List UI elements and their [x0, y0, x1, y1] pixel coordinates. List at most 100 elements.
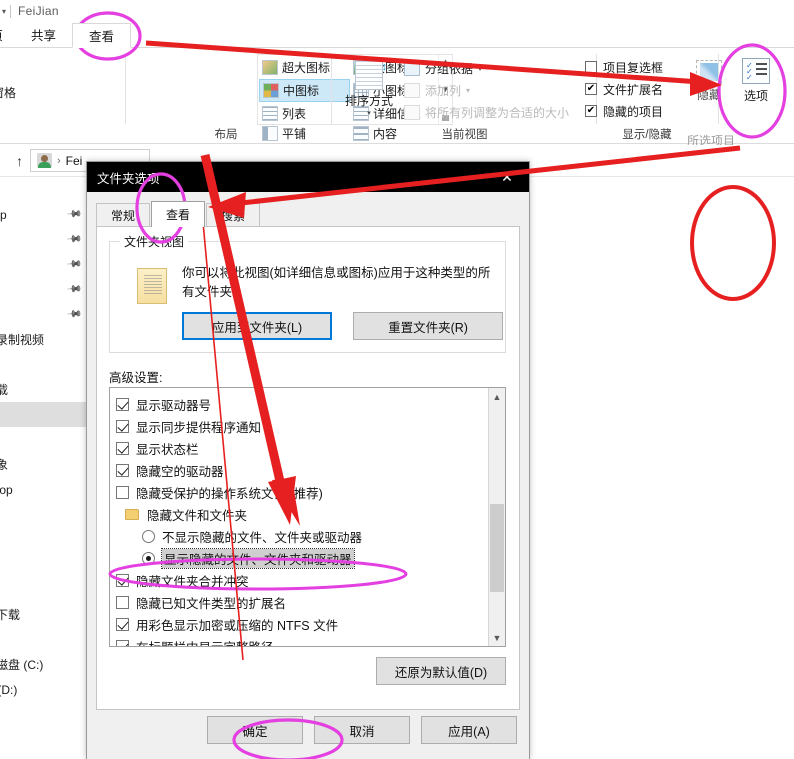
- sidebar-item[interactable]: 地磁盘 (C:): [0, 652, 86, 677]
- sort-by-caret-icon[interactable]: ▾: [340, 109, 398, 117]
- setting-checkbox[interactable]: [116, 639, 129, 646]
- setting-checkbox[interactable]: [116, 485, 129, 499]
- sort-by-button[interactable]: ↕ 排序方式 ▾: [340, 60, 398, 117]
- sidebar-item[interactable]: 脑: [0, 427, 86, 452]
- sidebar-item[interactable]: 载: [0, 577, 86, 602]
- sidebar-item[interactable]: 对象: [0, 452, 86, 477]
- cancel-button[interactable]: 取消: [314, 716, 410, 744]
- options-button[interactable]: ✓ ✓ ✓ 选项: [729, 58, 783, 104]
- sidebar-item[interactable]: 📌: [0, 277, 86, 302]
- sidebar-item[interactable]: S:): [0, 352, 86, 377]
- ok-button[interactable]: 确定: [207, 716, 303, 744]
- sidebar-item[interactable]: 📌: [0, 252, 86, 277]
- setting-checkbox[interactable]: [116, 595, 129, 609]
- sidebar-item[interactable]: 片: [0, 527, 86, 552]
- scrollbar-thumb[interactable]: [490, 504, 504, 592]
- sidebar-item[interactable]: sktop: [0, 477, 86, 502]
- pin-icon[interactable]: 📌: [65, 281, 82, 298]
- chevron-right-icon[interactable]: ›: [57, 155, 61, 167]
- advanced-setting-row[interactable]: 显示驱动器号: [116, 393, 488, 415]
- advanced-setting-row[interactable]: 用彩色显示加密或压缩的 NTFS 文件: [116, 613, 488, 635]
- tab-home[interactable]: 主页: [0, 22, 15, 47]
- current-view-items: 分组依据 ▾ 添加列 ▾ 将所有列调整为合适的大小: [404, 57, 594, 123]
- sidebar-item[interactable]: 当: [0, 552, 86, 577]
- advanced-setting-row[interactable]: 隐藏文件夹合并冲突: [116, 569, 488, 591]
- ribbon-item-navigation-pane[interactable]: 窗格: [0, 104, 60, 128]
- file-extensions-checkbox[interactable]: ✔: [585, 83, 597, 95]
- sidebar-item[interactable]: 乐: [0, 627, 86, 652]
- ribbon-item-add-columns[interactable]: 添加列 ▾: [404, 79, 594, 101]
- add-columns-caret-icon[interactable]: ▾: [466, 86, 470, 95]
- apply-button[interactable]: 应用(A): [421, 716, 517, 744]
- advanced-setting-row[interactable]: 隐藏已知文件类型的扩展名: [116, 591, 488, 613]
- quick-access-caret-icon[interactable]: ▾: [2, 7, 6, 16]
- dialog-tab-general[interactable]: 常规: [96, 203, 150, 227]
- tab-view[interactable]: 查看: [72, 23, 132, 48]
- title-bar: ▾ FeiJian: [0, 0, 794, 22]
- ribbon-item-preview-pane[interactable]: 预览窗格: [0, 56, 60, 80]
- sidebar-item[interactable]: ktop 📌: [0, 202, 86, 227]
- ribbon-checkbox-hidden-items[interactable]: ✔ 隐藏的项目: [585, 100, 697, 122]
- setting-label: 显示同步提供程序通知: [136, 420, 262, 435]
- setting-label: 隐藏受保护的操作系统文件 (推荐): [136, 486, 323, 501]
- sidebar-item[interactable]: 📌: [0, 227, 86, 252]
- sidebar-item[interactable]: ta (D:): [0, 677, 86, 702]
- sidebar-item[interactable]: 雷下载: [0, 602, 86, 627]
- close-icon[interactable]: ✕: [485, 162, 529, 192]
- setting-checkbox[interactable]: [116, 573, 129, 587]
- setting-radio[interactable]: [142, 529, 155, 543]
- scroll-up-icon[interactable]: ▲: [489, 388, 505, 405]
- sidebar-item[interactable]: xy📌: [0, 302, 86, 327]
- ribbon-item-size-all-columns[interactable]: 将所有列调整为合适的大小: [404, 101, 594, 123]
- hidden-items-checkbox[interactable]: ✔: [585, 105, 597, 117]
- pin-icon[interactable]: 📌: [65, 306, 82, 323]
- ribbon-tab-strip: 主页 共享 查看: [0, 22, 794, 48]
- screen-root: ▾ FeiJian 主页 共享 查看 预览窗格 详细信息窗格: [0, 0, 794, 759]
- dialog-title-bar: 文件夹选项 ✕: [87, 162, 529, 192]
- advanced-setting-row[interactable]: 隐藏空的驱动器: [116, 459, 488, 481]
- folder-options-dialog[interactable]: 文件夹选项 ✕ 常规 查看 搜索 文件夹视图 你可以将此视图(如详细信息或图标)…: [86, 161, 530, 759]
- setting-checkbox[interactable]: [116, 441, 129, 455]
- scroll-down-icon[interactable]: ▼: [489, 629, 505, 646]
- advanced-setting-row[interactable]: 显示同步提供程序通知: [116, 415, 488, 437]
- advanced-setting-row[interactable]: 隐藏文件和文件夹: [116, 503, 488, 525]
- advanced-setting-row[interactable]: 在标题栏中显示完整路径: [116, 635, 488, 646]
- tab-share[interactable]: 共享: [15, 22, 72, 47]
- sidebar-item[interactable]: 问: [0, 177, 86, 202]
- sidebar-item[interactable]: 【录制视频: [0, 327, 86, 352]
- setting-checkbox[interactable]: [116, 463, 129, 477]
- reset-folders-button[interactable]: 重置文件夹(R): [353, 312, 503, 340]
- setting-checkbox[interactable]: [116, 617, 129, 631]
- pin-icon[interactable]: 📌: [65, 256, 82, 273]
- pin-icon[interactable]: 📌: [65, 206, 82, 223]
- setting-label: 隐藏文件和文件夹: [147, 508, 248, 523]
- quick-access-toolbar[interactable]: ▾: [2, 7, 6, 16]
- ribbon-checkbox-item-checkboxes[interactable]: 项目复选框: [585, 56, 697, 78]
- restore-defaults-button[interactable]: 还原为默认值(D): [376, 657, 506, 685]
- setting-checkbox[interactable]: [116, 419, 129, 433]
- ribbon-checkbox-file-extensions[interactable]: ✔ 文件扩展名: [585, 78, 697, 100]
- setting-checkbox[interactable]: [116, 397, 129, 411]
- sidebar-item[interactable]: 下载: [0, 377, 86, 402]
- item-checkboxes-checkbox[interactable]: [585, 61, 597, 73]
- advanced-setting-row[interactable]: 隐藏受保护的操作系统文件 (推荐): [116, 481, 488, 503]
- pin-icon[interactable]: 📌: [65, 231, 82, 248]
- dialog-tab-view[interactable]: 查看: [151, 201, 205, 227]
- advanced-settings-listbox[interactable]: 显示驱动器号显示同步提供程序通知显示状态栏 隐藏空的驱动器隐藏受保护的操作系统文件…: [109, 387, 506, 647]
- advanced-setting-row[interactable]: 显示隐藏的文件、文件夹和驱动器: [116, 547, 488, 569]
- sidebar-item[interactable]: 频: [0, 502, 86, 527]
- advanced-setting-row[interactable]: 显示状态栏: [116, 437, 488, 459]
- sidebar-item[interactable]: an: [0, 402, 86, 427]
- ribbon-group-show-hide: 项目复选框 ✔ 文件扩展名 ✔ 隐藏的项目 隐藏 显示/隐藏: [585, 48, 722, 144]
- ribbon-item-group-by[interactable]: 分组依据 ▾: [404, 57, 594, 79]
- group-by-caret-icon[interactable]: ▾: [478, 64, 482, 73]
- setting-radio[interactable]: [142, 551, 155, 565]
- apply-to-folders-button[interactable]: 应用到文件夹(L): [182, 312, 332, 340]
- dialog-tab-search[interactable]: 搜索: [206, 203, 260, 227]
- navigation-pane[interactable]: 问ktop📌📌📌📌xy📌【录制视频S:)下载an脑对象sktop频片当载雷下载乐…: [0, 177, 86, 759]
- ribbon-item-details-pane[interactable]: 详细信息窗格: [0, 80, 60, 104]
- advanced-setting-row[interactable]: 不显示隐藏的文件、文件夹或驱动器: [116, 525, 488, 547]
- advanced-settings-scrollbar[interactable]: ▲ ▼: [488, 388, 505, 646]
- folder-views-legend: 文件夹视图: [120, 233, 189, 250]
- navigate-up-icon[interactable]: ↑: [16, 153, 23, 169]
